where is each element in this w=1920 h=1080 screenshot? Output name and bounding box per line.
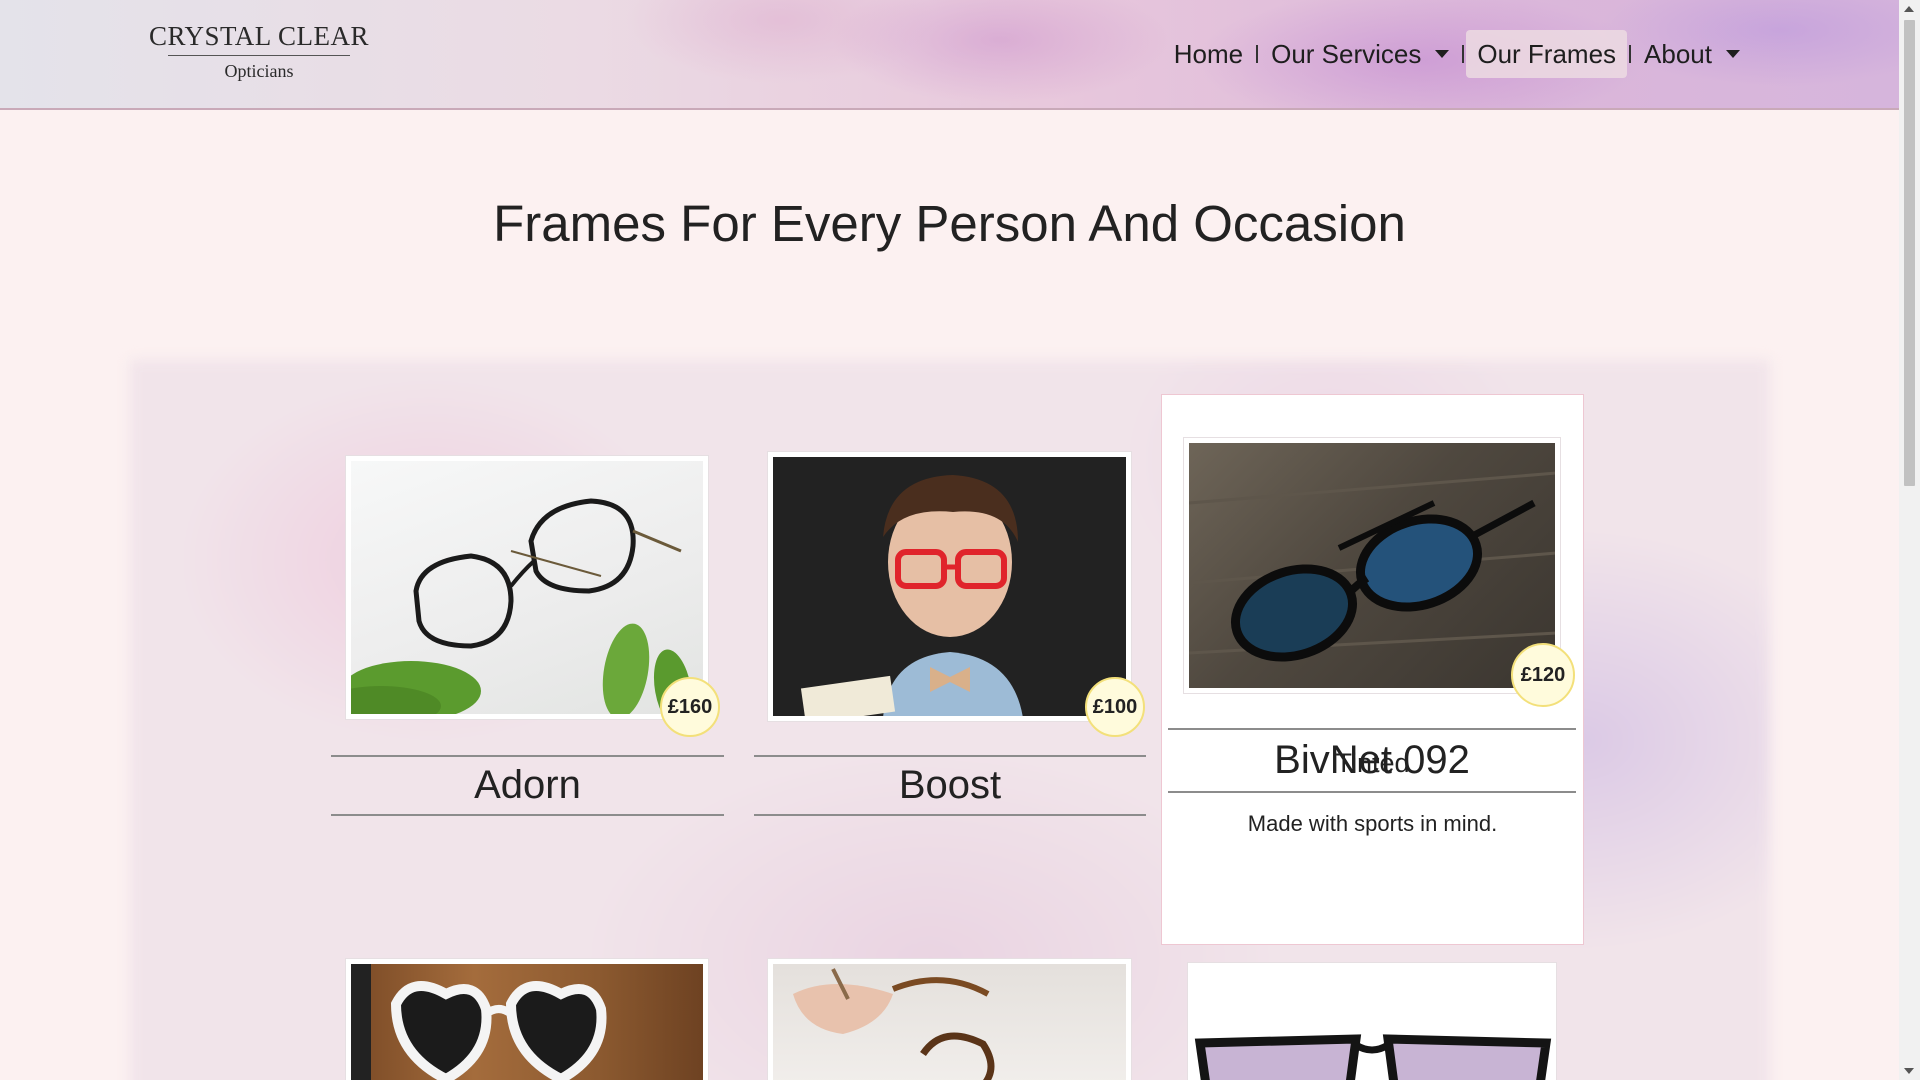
nav-our-frames-label: Our Frames [1477,38,1617,69]
brand-logo[interactable]: CRYSTAL CLEAR Opticians [146,20,372,82]
nav-our-services-label: Our Services [1271,38,1422,69]
price-badge: £100 [1085,677,1145,737]
frame-description: Made with sports in mind. [1247,811,1498,836]
nav-about[interactable]: About [1633,30,1751,78]
brand-subtitle: Opticians [224,61,294,81]
frame-name[interactable]: BivNet 092 [1168,728,1576,793]
page-scrollbar[interactable] [1899,0,1920,1080]
price-badge: £120 [1511,643,1575,707]
logo-divider [168,55,350,56]
page-title: Frames For Every Person And Occasion [493,195,1406,252]
sunglasses-icon [1189,471,1555,662]
nav-divider [1256,45,1259,63]
purple-sunglasses-icon [1194,1034,1552,1080]
frame-card-image[interactable] [1183,437,1561,694]
dropdown-caret-icon [1726,50,1740,58]
boy-with-glasses-icon [773,457,1126,716]
bivnet-sunglasses-photo [1189,443,1555,688]
heart-sunglasses-photo [351,964,703,1080]
frame-card-image[interactable] [767,451,1132,722]
tortoiseshell-glasses-photo [773,964,1126,1080]
frame-name[interactable]: Boost [754,755,1146,816]
nav-our-services[interactable]: Our Services [1260,30,1460,78]
glasses-icon [351,498,693,714]
hand-holding-glasses-icon [793,968,995,1080]
frame-name[interactable]: Adorn [331,755,724,816]
nav-home[interactable]: Home [1163,30,1254,78]
frame-card-image[interactable] [345,958,709,1080]
price-badge: £160 [660,677,720,737]
nav-home-label: Home [1173,38,1244,69]
brand-name: CRYSTAL CLEAR [148,21,370,51]
nav-about-label: About [1644,38,1712,69]
dropdown-caret-icon [1435,50,1450,58]
frame-card-image[interactable] [1187,962,1557,1080]
heart-sunglasses-icon [351,964,607,1080]
scrollbar-thumb[interactable] [1904,20,1915,486]
navbar: CRYSTAL CLEAR Opticians Home Our Service… [0,0,1899,110]
nav-our-frames[interactable]: Our Frames [1466,30,1628,78]
scroll-up-arrow-icon[interactable] [1904,6,1914,12]
frame-card-image[interactable] [345,455,709,720]
scroll-down-arrow-icon[interactable] [1904,1068,1914,1074]
nav-divider [1629,45,1632,63]
frame-card-image[interactable] [767,958,1132,1080]
main-nav: Home Our Services Our Frames About [1163,30,1751,78]
boost-boy-photo [773,457,1126,716]
purple-sunglasses-photo [1188,963,1556,1080]
adorn-glasses-photo [351,461,703,714]
nav-divider [1462,45,1465,63]
